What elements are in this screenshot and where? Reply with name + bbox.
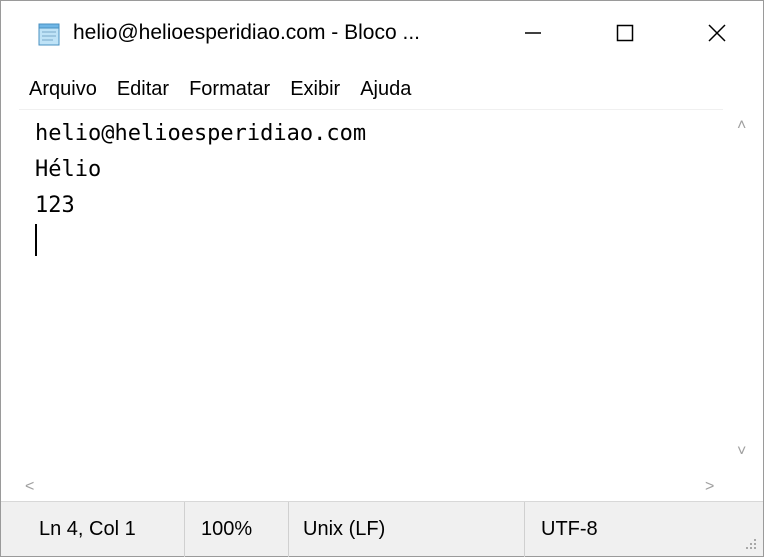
menu-editar[interactable]: Editar xyxy=(117,78,169,101)
menu-formatar[interactable]: Formatar xyxy=(189,78,270,101)
menu-bar: Arquivo Editar Formatar Exibir Ajuda xyxy=(1,69,763,109)
notepad-window: helio@helioesperidiao.com - Bloco ... Ar… xyxy=(0,0,764,557)
minimize-icon xyxy=(523,23,543,48)
minimize-button[interactable] xyxy=(487,1,579,69)
maximize-button[interactable] xyxy=(579,1,671,69)
resize-grip-icon[interactable] xyxy=(743,536,757,550)
menu-arquivo[interactable]: Arquivo xyxy=(29,78,97,101)
editor-line: Hélio xyxy=(35,157,102,182)
scroll-right-icon[interactable]: > xyxy=(705,478,714,496)
text-editor[interactable]: helio@helioesperidiao.com Hélio 123 xyxy=(19,109,761,476)
editor-line: 123 xyxy=(35,193,75,218)
editor-line: helio@helioesperidiao.com xyxy=(35,121,367,146)
status-bar: Ln 4, Col 1 100% Unix (LF) UTF-8 xyxy=(1,501,763,557)
status-cursor-position: Ln 4, Col 1 xyxy=(1,502,185,557)
close-icon xyxy=(707,23,727,48)
menu-ajuda[interactable]: Ajuda xyxy=(360,78,411,101)
scroll-left-icon[interactable]: < xyxy=(25,478,34,496)
maximize-icon xyxy=(615,23,635,48)
scroll-up-icon[interactable]: ˄ xyxy=(737,117,746,135)
scrollbar-corner xyxy=(723,475,761,501)
menu-exibir[interactable]: Exibir xyxy=(290,78,340,101)
scroll-down-icon[interactable]: ˅ xyxy=(737,443,746,461)
status-zoom: 100% xyxy=(185,502,289,557)
status-encoding: UTF-8 xyxy=(541,518,598,540)
text-caret xyxy=(35,224,37,256)
close-button[interactable] xyxy=(671,1,763,69)
title-bar[interactable]: helio@helioesperidiao.com - Bloco ... xyxy=(1,1,763,69)
vertical-scrollbar[interactable]: ˄ ˅ xyxy=(723,109,761,475)
horizontal-scrollbar[interactable]: < > xyxy=(19,475,723,501)
window-title: helio@helioesperidiao.com - Bloco ... xyxy=(73,21,420,44)
notepad-icon xyxy=(37,23,61,47)
status-line-ending: Unix (LF) xyxy=(289,502,525,557)
editor-text[interactable]: helio@helioesperidiao.com Hélio 123 xyxy=(35,116,366,224)
